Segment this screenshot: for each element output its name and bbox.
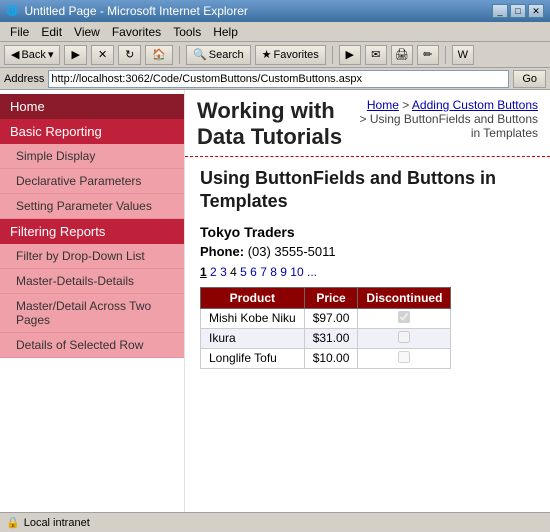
phone-label: Phone: bbox=[200, 244, 244, 259]
menu-file[interactable]: File bbox=[4, 23, 35, 41]
page-5[interactable]: 5 bbox=[240, 265, 247, 279]
sidebar: Home Basic Reporting Simple Display Decl… bbox=[0, 90, 185, 512]
home-button[interactable]: 🏠 bbox=[145, 45, 173, 65]
col-header-price: Price bbox=[304, 287, 358, 308]
sidebar-item-filter-dropdown[interactable]: Filter by Drop-Down List bbox=[0, 244, 184, 269]
status-text: Local intranet bbox=[24, 517, 90, 529]
back-arrow-icon: ◀ bbox=[11, 48, 19, 61]
phone-value: (03) 3555-5011 bbox=[248, 244, 336, 259]
menu-tools[interactable]: Tools bbox=[167, 23, 207, 41]
forward-arrow-icon: ▶ bbox=[71, 48, 79, 61]
page-8[interactable]: 8 bbox=[270, 265, 277, 279]
go-button[interactable]: Go bbox=[513, 70, 546, 88]
sidebar-item-master-detail-two-pages[interactable]: Master/Detail Across Two Pages bbox=[0, 294, 184, 333]
media-button[interactable]: ▶ bbox=[339, 45, 361, 65]
browser-icon: 🌐 bbox=[6, 6, 18, 17]
stop-button[interactable]: ✕ bbox=[91, 45, 114, 65]
sidebar-item-home[interactable]: Home bbox=[0, 94, 184, 119]
page-10[interactable]: 10 bbox=[290, 265, 303, 279]
mail-button[interactable]: ✉ bbox=[365, 45, 387, 65]
cell-discontinued bbox=[358, 328, 451, 348]
table-row: Mishi Kobe Niku$97.00 bbox=[201, 308, 451, 328]
separator-1 bbox=[179, 46, 180, 64]
sidebar-item-setting-parameter-values[interactable]: Setting Parameter Values bbox=[0, 194, 184, 219]
breadcrumb-home[interactable]: Home bbox=[367, 98, 399, 112]
page-3[interactable]: 3 bbox=[220, 265, 227, 279]
msn-button[interactable]: W bbox=[452, 45, 474, 65]
content-area: Home Basic Reporting Simple Display Decl… bbox=[0, 90, 550, 512]
data-table: Product Price Discontinued Mishi Kobe Ni… bbox=[200, 287, 451, 369]
refresh-button[interactable]: ↻ bbox=[118, 45, 141, 65]
table-row: Ikura$31.00 bbox=[201, 328, 451, 348]
address-bar: Address Go bbox=[0, 68, 550, 90]
sidebar-item-details-selected-row[interactable]: Details of Selected Row bbox=[0, 333, 184, 358]
sidebar-item-master-details[interactable]: Master-Details-Details bbox=[0, 269, 184, 294]
cell-product: Longlife Tofu bbox=[201, 348, 305, 368]
cell-discontinued bbox=[358, 348, 451, 368]
address-label: Address bbox=[4, 73, 44, 85]
search-button[interactable]: 🔍 Search bbox=[186, 45, 251, 65]
menu-favorites[interactable]: Favorites bbox=[106, 23, 167, 41]
breadcrumb-sep-2: > bbox=[360, 112, 370, 126]
pagination: 1 2 3 4 5 6 7 8 9 10 ... bbox=[200, 265, 535, 279]
forward-button[interactable]: ▶ bbox=[64, 45, 86, 65]
breadcrumb-current: Using ButtonFields and Buttons in Templa… bbox=[370, 112, 538, 140]
page-6[interactable]: 6 bbox=[250, 265, 257, 279]
sidebar-item-basic-reporting[interactable]: Basic Reporting bbox=[0, 119, 184, 144]
toolbar: ◀ Back ▾ ▶ ✕ ↻ 🏠 🔍 Search ★ Favorites ▶ … bbox=[0, 42, 550, 68]
dropdown-arrow-icon: ▾ bbox=[48, 48, 54, 61]
page-title: Using ButtonFields and Buttons in Templa… bbox=[200, 167, 535, 214]
breadcrumb: Home > Adding Custom Buttons > Using But… bbox=[358, 98, 538, 140]
cell-price: $10.00 bbox=[304, 348, 358, 368]
maximize-button[interactable]: □ bbox=[510, 4, 526, 18]
back-button[interactable]: ◀ Back ▾ bbox=[4, 45, 60, 65]
window-title: Untitled Page - Microsoft Internet Explo… bbox=[24, 4, 486, 18]
cell-price: $97.00 bbox=[304, 308, 358, 328]
col-header-product: Product bbox=[201, 287, 305, 308]
sidebar-item-simple-display[interactable]: Simple Display bbox=[0, 144, 184, 169]
discontinued-checkbox[interactable] bbox=[398, 331, 410, 343]
site-title-area: Working with Data Tutorials bbox=[197, 98, 358, 152]
page-2[interactable]: 2 bbox=[210, 265, 217, 279]
phone-line: Phone: (03) 3555-5011 bbox=[200, 244, 535, 259]
discontinued-checkbox[interactable] bbox=[398, 351, 410, 363]
cell-product: Mishi Kobe Niku bbox=[201, 308, 305, 328]
main-content: Using ButtonFields and Buttons in Templa… bbox=[185, 157, 550, 379]
table-row: Longlife Tofu$10.00 bbox=[201, 348, 451, 368]
separator-2 bbox=[332, 46, 333, 64]
sidebar-item-declarative-parameters[interactable]: Declarative Parameters bbox=[0, 169, 184, 194]
menu-bar: File Edit View Favorites Tools Help bbox=[0, 22, 550, 42]
status-bar: 🔒 Local intranet bbox=[0, 512, 550, 532]
cell-price: $31.00 bbox=[304, 328, 358, 348]
separator-3 bbox=[445, 46, 446, 64]
site-title: Working with Data Tutorials bbox=[197, 98, 358, 150]
address-input[interactable] bbox=[48, 70, 509, 88]
breadcrumb-custom-buttons[interactable]: Adding Custom Buttons bbox=[412, 98, 538, 112]
star-icon: ★ bbox=[262, 48, 272, 61]
col-header-discontinued: Discontinued bbox=[358, 287, 451, 308]
menu-view[interactable]: View bbox=[68, 23, 106, 41]
page-9[interactable]: 9 bbox=[280, 265, 287, 279]
security-icon: 🔒 bbox=[6, 516, 20, 529]
close-button[interactable]: ✕ bbox=[528, 4, 544, 18]
breadcrumb-sep-1: > bbox=[402, 98, 412, 112]
cell-discontinued bbox=[358, 308, 451, 328]
title-bar: 🌐 Untitled Page - Microsoft Internet Exp… bbox=[0, 0, 550, 22]
search-icon: 🔍 bbox=[193, 48, 207, 61]
page-more[interactable]: ... bbox=[307, 265, 317, 279]
cell-product: Ikura bbox=[201, 328, 305, 348]
page-4-static: 4 bbox=[230, 265, 237, 279]
page-7[interactable]: 7 bbox=[260, 265, 267, 279]
window-controls[interactable]: _ □ ✕ bbox=[492, 4, 544, 18]
edit-button[interactable]: ✏ bbox=[417, 45, 439, 65]
menu-edit[interactable]: Edit bbox=[35, 23, 68, 41]
discontinued-checkbox[interactable] bbox=[398, 311, 410, 323]
favorites-button[interactable]: ★ Favorites bbox=[255, 45, 326, 65]
print-button[interactable]: 🖨 bbox=[391, 45, 413, 65]
sidebar-item-filtering-reports[interactable]: Filtering Reports bbox=[0, 219, 184, 244]
menu-help[interactable]: Help bbox=[207, 23, 244, 41]
page-1[interactable]: 1 bbox=[200, 265, 207, 279]
company-name: Tokyo Traders bbox=[200, 224, 535, 240]
minimize-button[interactable]: _ bbox=[492, 4, 508, 18]
